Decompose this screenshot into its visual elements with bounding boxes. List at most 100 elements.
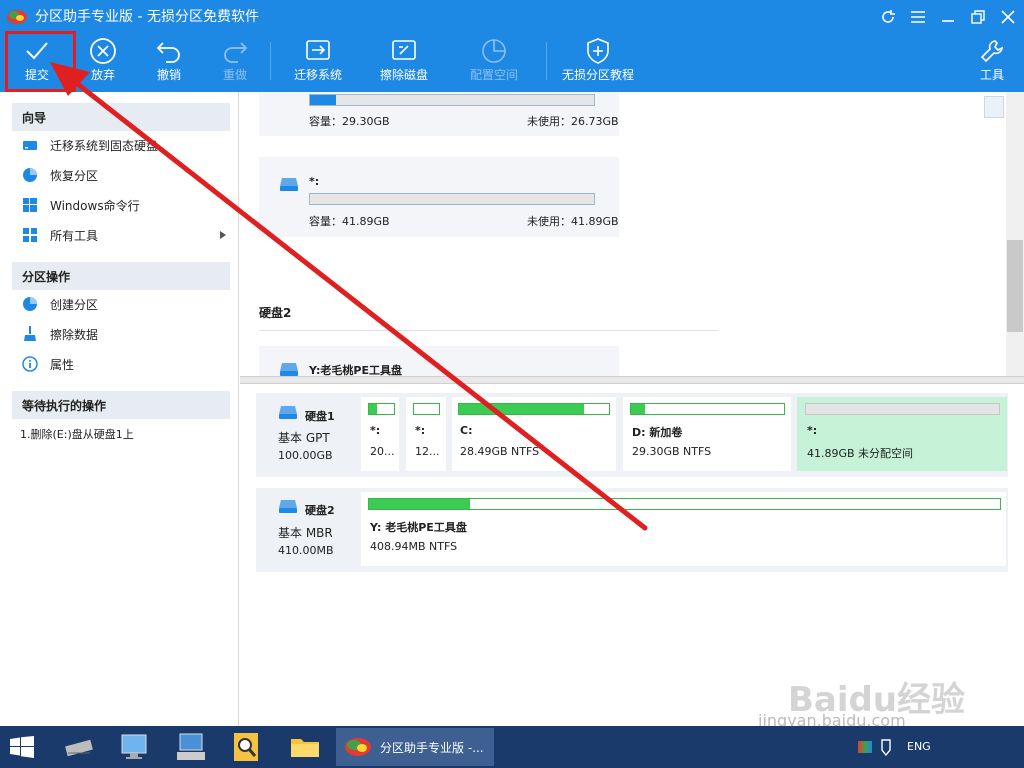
- partition-block-y[interactable]: Y: 老毛桃PE工具盘 408.94MB NTFS: [361, 492, 1006, 566]
- capacity-text: 容量：41.89GB: [309, 215, 390, 228]
- tools-button[interactable]: 工具: [974, 36, 1010, 88]
- sidebar-item-properties[interactable]: 属性: [22, 351, 230, 377]
- usage-bar: [458, 403, 610, 415]
- tray-color-icon[interactable]: [858, 741, 872, 753]
- sidebar-section-partition-ops: 分区操作: [12, 262, 230, 290]
- close-icon[interactable]: [994, 4, 1022, 30]
- partition-desc: 28.49GB NTFS: [460, 445, 540, 458]
- usage-bar: [805, 403, 1000, 415]
- pane-splitter[interactable]: [240, 376, 1024, 384]
- disk-icon: [278, 405, 298, 422]
- sidebar-item-label: Windows命令行: [50, 198, 140, 213]
- menu-icon[interactable]: [904, 4, 932, 30]
- partition-card[interactable]: Y:老毛桃PE工具盘: [259, 346, 619, 376]
- unused-text: 未使用：26.73GB: [527, 115, 619, 128]
- sidebar-item-label: 擦除数据: [50, 327, 99, 342]
- partition-name: D: 新加卷: [632, 426, 683, 439]
- discard-button[interactable]: 放弃: [84, 36, 122, 88]
- app-logo-icon: [344, 735, 372, 760]
- partition-name: *:: [807, 424, 818, 437]
- vertical-scrollbar[interactable]: [1006, 92, 1024, 376]
- wipe-label: 擦除磁盘: [379, 68, 428, 82]
- window-title: 分区助手专业版 - 无损分区免费软件: [35, 9, 259, 25]
- undo-label: 撤销: [156, 68, 181, 82]
- tray-pen-icon[interactable]: [880, 738, 892, 759]
- minimize-icon[interactable]: [934, 4, 962, 30]
- partition-card[interactable]: 容量：29.30GB 未使用：26.73GB: [259, 92, 619, 136]
- sidebar-item-wipe-data[interactable]: 擦除数据: [22, 321, 230, 347]
- sidebar-item-create-partition[interactable]: 创建分区: [22, 291, 230, 317]
- wipe-disk-button[interactable]: 擦除磁盘: [376, 36, 432, 88]
- redo-button[interactable]: 重做: [216, 36, 254, 88]
- drive-arrow-icon: [22, 137, 38, 153]
- sidebar-section-wizard: 向导: [12, 103, 230, 131]
- disk-name: 硬盘1: [305, 410, 335, 423]
- partition-block[interactable]: *: 20...: [361, 397, 399, 471]
- broom-icon: [22, 326, 38, 342]
- pie-add-icon: [22, 296, 38, 312]
- redo-icon: [219, 36, 251, 66]
- keyboard-monitor-icon[interactable]: [174, 731, 208, 763]
- partition-name: *:: [370, 424, 381, 437]
- file-explorer-folder-icon[interactable]: [288, 731, 322, 763]
- partition-block-unallocated[interactable]: *: 41.89GB 未分配空间: [797, 397, 1007, 471]
- partition-block-c[interactable]: C: 28.49GB NTFS: [452, 397, 616, 471]
- allocate-label: 配置空间: [469, 68, 518, 82]
- disk-icon: [278, 499, 298, 516]
- sidebar-item-recover-partition[interactable]: 恢复分区: [22, 162, 230, 188]
- disk-type: 基本 GPT: [278, 431, 330, 445]
- redo-label: 重做: [222, 68, 247, 82]
- tutorial-button[interactable]: 无损分区教程: [558, 36, 638, 88]
- sidebar-item-windows-cmd[interactable]: Windows命令行: [22, 192, 230, 218]
- sidebar-item-label: 创建分区: [50, 297, 99, 312]
- discard-label: 放弃: [90, 68, 115, 82]
- partition-desc: 408.94MB NTFS: [370, 540, 458, 553]
- cancel-circle-icon: [87, 36, 119, 66]
- partition-block-d[interactable]: D: 新加卷 29.30GB NTFS: [623, 397, 791, 471]
- disk-type: 基本 MBR: [278, 526, 333, 540]
- partition-block[interactable]: *: 12...: [406, 397, 446, 471]
- usage-bar: [309, 94, 595, 106]
- sidebar-item-label: 所有工具: [50, 228, 99, 243]
- partition-desc: 29.30GB NTFS: [632, 445, 712, 458]
- computer-network-icon[interactable]: [118, 731, 152, 763]
- view-toggle-icon[interactable]: [984, 96, 1004, 118]
- tray-language[interactable]: ENG: [907, 740, 931, 753]
- taskbar-app-label: 分区助手专业版 -...: [380, 740, 484, 755]
- start-windows-icon[interactable]: [10, 736, 34, 761]
- partition-card[interactable]: *: 容量：41.89GB 未使用：41.89GB: [259, 157, 619, 237]
- commit-highlight-box: [5, 31, 76, 92]
- sidebar-item-label: 迁移系统到固态硬盘: [50, 138, 159, 153]
- restore-icon[interactable]: [964, 4, 992, 30]
- taskbar-active-app[interactable]: 分区助手专业版 -...: [336, 728, 494, 766]
- sidebar-item-all-tools[interactable]: 所有工具: [22, 222, 230, 248]
- partition-desc: 12...: [415, 445, 440, 458]
- chip-icon[interactable]: [62, 731, 96, 763]
- sidebar-section-pending: 等待执行的操作: [12, 391, 230, 419]
- capacity-text: 容量：29.30GB: [309, 115, 390, 128]
- migrate-system-button[interactable]: 迁移系统: [290, 36, 346, 88]
- chevron-right-icon: [220, 228, 226, 242]
- pie-recover-icon: [22, 167, 38, 183]
- usage-bar: [413, 403, 440, 415]
- partition-name: *:: [415, 424, 426, 437]
- unused-text: 未使用：41.89GB: [527, 215, 619, 228]
- sidebar-item-migrate-ssd[interactable]: 迁移系统到固态硬盘: [22, 132, 230, 158]
- wrench-icon: [976, 36, 1008, 66]
- partition-name: Y: 老毛桃PE工具盘: [370, 521, 467, 534]
- refresh-icon[interactable]: [874, 4, 902, 30]
- usage-bar: [368, 403, 395, 415]
- app-logo-icon: [7, 10, 27, 24]
- partition-list-pane: 容量：29.30GB 未使用：26.73GB *: 容量：41.89GB 未使用…: [240, 92, 1006, 376]
- magnifier-app-icon[interactable]: [230, 731, 264, 763]
- grid-tools-icon: [22, 227, 38, 243]
- disk-name: 硬盘2: [305, 504, 335, 517]
- allocate-space-button[interactable]: 配置空间: [466, 36, 522, 88]
- undo-button[interactable]: 撤销: [150, 36, 188, 88]
- pending-operation-item[interactable]: 1.删除(E:)盘从硬盘1上: [12, 419, 230, 449]
- partition-name: *:: [309, 175, 320, 188]
- sidebar-item-label: 恢复分区: [50, 168, 99, 183]
- scrollbar-thumb[interactable]: [1007, 240, 1023, 332]
- disk2-header: 硬盘2: [259, 306, 292, 320]
- partition-name: Y:老毛桃PE工具盘: [309, 364, 402, 376]
